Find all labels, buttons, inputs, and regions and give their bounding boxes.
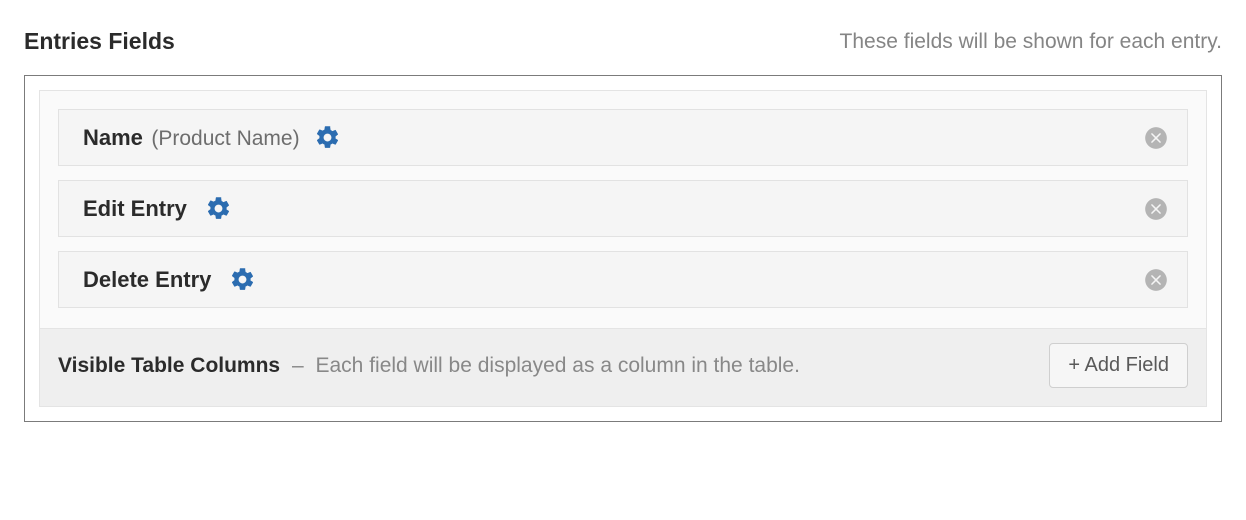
close-icon[interactable] xyxy=(1143,267,1169,293)
field-row-left: Edit Entry xyxy=(83,195,232,222)
field-title-group: Name (Product Name) xyxy=(83,125,300,151)
panel-footer: Visible Table Columns – Each field will … xyxy=(40,328,1206,406)
section-title: Entries Fields xyxy=(24,28,175,55)
field-row[interactable]: Edit Entry xyxy=(58,180,1188,237)
field-row[interactable]: Delete Entry xyxy=(58,251,1188,308)
field-row[interactable]: Name (Product Name) xyxy=(58,109,1188,166)
field-row-left: Delete Entry xyxy=(83,266,256,293)
add-field-button[interactable]: + Add Field xyxy=(1049,343,1188,388)
field-label: Name xyxy=(83,125,143,150)
panel-outer: Name (Product Name) Edit Entry xyxy=(24,75,1222,422)
fields-list: Name (Product Name) Edit Entry xyxy=(40,91,1206,328)
panel-inner: Name (Product Name) Edit Entry xyxy=(39,90,1207,407)
field-title-group: Delete Entry xyxy=(83,267,215,293)
field-row-left: Name (Product Name) xyxy=(83,124,341,151)
gear-icon[interactable] xyxy=(314,124,341,151)
close-icon[interactable] xyxy=(1143,125,1169,151)
footer-title: Visible Table Columns xyxy=(58,354,280,377)
gear-icon[interactable] xyxy=(229,266,256,293)
section-header: Entries Fields These fields will be show… xyxy=(24,28,1222,55)
footer-text: Visible Table Columns – Each field will … xyxy=(58,354,800,378)
gear-icon[interactable] xyxy=(205,195,232,222)
field-label: Delete Entry xyxy=(83,267,211,292)
footer-separator: – xyxy=(292,354,304,377)
footer-description: Each field will be displayed as a column… xyxy=(316,354,800,377)
close-icon[interactable] xyxy=(1143,196,1169,222)
field-label: Edit Entry xyxy=(83,196,187,221)
section-description: These fields will be shown for each entr… xyxy=(840,30,1222,54)
field-sublabel: (Product Name) xyxy=(151,127,299,150)
field-title-group: Edit Entry xyxy=(83,196,191,222)
